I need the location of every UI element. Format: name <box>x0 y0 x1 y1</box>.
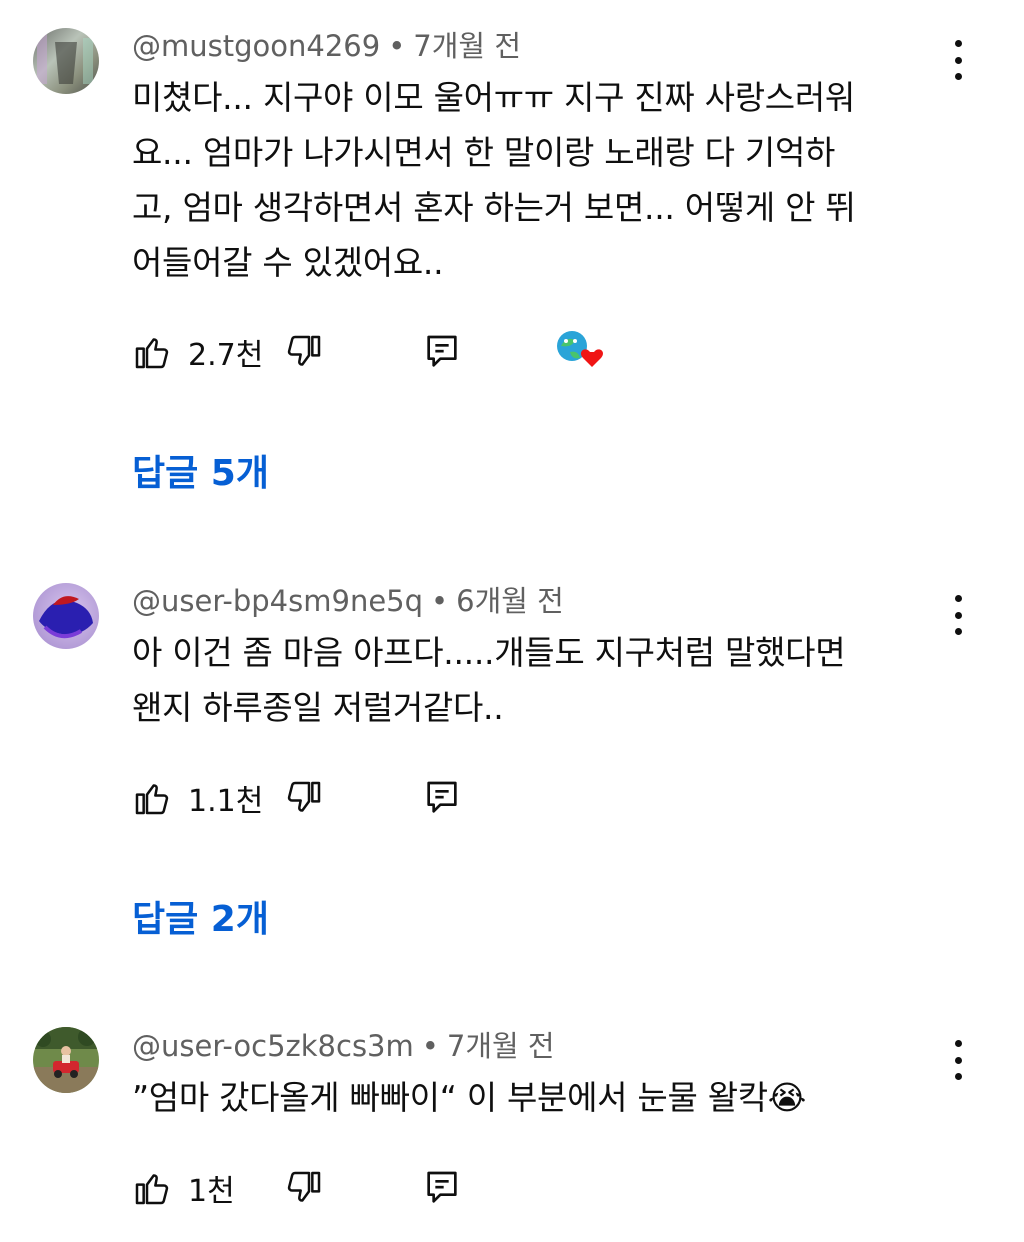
comment-actions: 1천 <box>132 1166 652 1210</box>
comment-author[interactable]: @user-oc5zk8cs3m <box>132 1029 414 1063</box>
like-button[interactable]: 1천 <box>132 1166 235 1210</box>
comment-meta: @user-oc5zk8cs3m • 7개월 전 <box>132 1028 555 1064</box>
comment-time[interactable]: 7개월 전 <box>447 1029 555 1063</box>
comment-text: ”엄마 갔다올게 빠빠이“ 이 부분에서 눈물 왈칵😭 <box>132 1078 807 1117</box>
like-count: 1천 <box>188 1174 235 1209</box>
reply-comment-icon <box>427 1171 457 1203</box>
meta-separator: • <box>421 1029 439 1063</box>
thumbs-down-icon <box>287 1171 321 1202</box>
comment-item: @user-oc5zk8cs3m • 7개월 전 ”엄마 갔다올게 빠빠이“ 이 부… <box>0 0 1024 1242</box>
thumbs-up-icon <box>135 1174 169 1205</box>
dislike-button[interactable] <box>284 1166 324 1210</box>
reply-button[interactable] <box>422 1166 462 1210</box>
avatar-image <box>33 1027 99 1093</box>
avatar[interactable] <box>33 1027 99 1093</box>
